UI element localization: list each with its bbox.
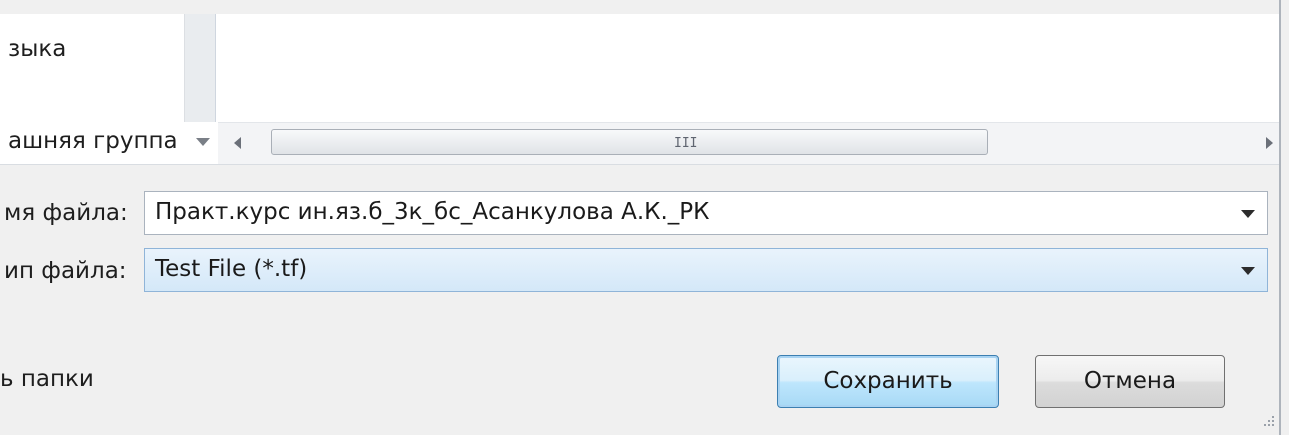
scroll-right-arrow-icon[interactable] [1266, 137, 1273, 149]
file-name-label: мя файла: [4, 200, 128, 226]
cancel-button[interactable]: Отмена [1035, 355, 1225, 408]
file-type-select[interactable]: Test File (*.tf) [144, 248, 1268, 292]
file-name-combobox[interactable]: Практ.курс ин.яз.б_3к_бс_Асанкулова А.К.… [144, 191, 1268, 235]
window-right-edge [1279, 0, 1289, 435]
scrollbar-grip-icon: III [674, 136, 698, 151]
nav-item-homegroup[interactable]: ашняя группа [8, 128, 204, 154]
nav-homegroup-row[interactable]: ашняя группа [0, 122, 218, 164]
chevron-down-icon[interactable] [1241, 210, 1255, 218]
file-list-horizontal-scrollbar[interactable]: III [218, 122, 1279, 164]
nav-item-music[interactable]: зыка [8, 36, 66, 62]
file-type-label: ип файла: [4, 258, 127, 284]
nav-pane-vertical-scrollbar[interactable] [184, 14, 216, 122]
hide-folders-toggle[interactable]: ь папки [0, 366, 94, 392]
chevron-down-icon[interactable] [1241, 267, 1255, 275]
navigation-pane[interactable]: зыка [0, 14, 184, 122]
scrollbar-thumb[interactable]: III [271, 129, 988, 155]
resize-grip-icon[interactable] [1262, 414, 1276, 428]
file-list[interactable] [218, 14, 1279, 122]
scroll-left-arrow-icon[interactable] [234, 137, 241, 149]
save-button[interactable]: Сохранить [777, 355, 999, 408]
chevron-down-icon[interactable] [196, 138, 210, 146]
file-name-input[interactable]: Практ.курс ин.яз.б_3к_бс_Асанкулова А.К.… [155, 199, 710, 225]
file-type-value[interactable]: Test File (*.tf) [155, 256, 307, 282]
top-strip [0, 0, 1289, 14]
